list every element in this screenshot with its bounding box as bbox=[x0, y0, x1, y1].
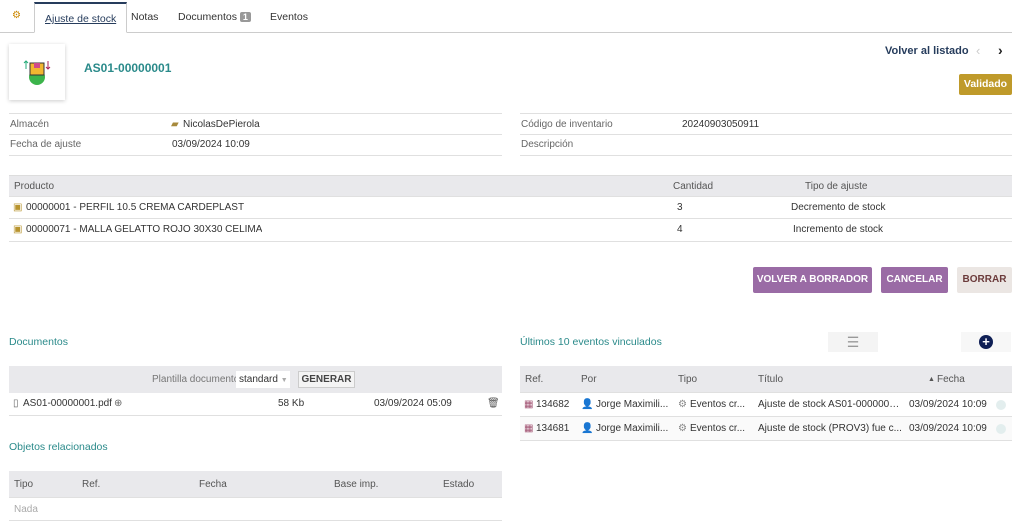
event-ref-link[interactable]: 134682 bbox=[536, 393, 569, 417]
almacen-link[interactable]: NicolasDePierola bbox=[183, 114, 260, 135]
calendar-icon: ▦ bbox=[524, 423, 534, 434]
back-to-list-link[interactable]: Volver al listado bbox=[885, 45, 969, 57]
event-ref-link[interactable]: 134681 bbox=[536, 417, 569, 441]
product-adjust-type: Decremento de stock bbox=[791, 202, 886, 213]
codigo-value: 20240903050911 bbox=[682, 119, 760, 130]
col-por: Por bbox=[581, 374, 597, 385]
fecha-value: 03/09/2024 10:09 bbox=[172, 139, 250, 150]
product-quantity: 3 bbox=[677, 202, 683, 213]
field-fecha: Fecha de ajuste 03/09/2024 10:09 bbox=[9, 134, 502, 156]
field-codigo: Código de inventario 20240903050911 bbox=[520, 113, 1012, 135]
col-cantidad: Cantidad bbox=[673, 181, 714, 192]
event-user-link[interactable]: Jorge Maximili... bbox=[596, 417, 672, 441]
almacen-label: Almacén bbox=[10, 119, 49, 130]
document-date: 03/09/2024 05:09 bbox=[374, 398, 452, 409]
event-row: ▦ 134681 👤 Jorge Maximili... ⚙ Eventos c… bbox=[520, 417, 1012, 441]
related-empty-row: Nada bbox=[9, 498, 502, 521]
cancel-button[interactable]: CANCELAR bbox=[881, 267, 948, 293]
events-title: Últimos 10 eventos vinculados bbox=[520, 336, 662, 348]
tab-documentos-label: Documentos bbox=[178, 11, 237, 23]
event-title: Ajuste de stock AS01-0000000... bbox=[758, 399, 903, 410]
events-header: Ref. Por Tipo Título ▲ Fecha bbox=[520, 366, 1012, 393]
field-descripcion: Descripción bbox=[520, 134, 1012, 156]
record-ref: AS01-00000001 bbox=[84, 61, 172, 75]
tab-notas[interactable]: Notas bbox=[121, 2, 168, 33]
product-link[interactable]: 00000071 - MALLA GELATTO ROJO 30X30 CELI… bbox=[26, 219, 262, 240]
template-select[interactable]: standard ▼ bbox=[236, 371, 290, 388]
col-tipo-ajuste: Tipo de ajuste bbox=[805, 181, 868, 192]
list-view-icon[interactable]: ☰ bbox=[828, 332, 878, 352]
module-icon: ⚙ bbox=[12, 10, 21, 21]
gear-icon: ⚙ bbox=[678, 423, 687, 434]
documents-title: Documentos bbox=[9, 336, 68, 348]
user-avatar-icon: 👤 bbox=[581, 399, 594, 410]
delete-button[interactable]: BORRAR bbox=[957, 267, 1012, 293]
warehouse-icon: ▰ bbox=[171, 119, 179, 130]
pdf-file-icon: ▯ bbox=[13, 398, 19, 409]
empty-text: Nada bbox=[14, 504, 38, 515]
template-label: Plantilla documento bbox=[152, 374, 240, 385]
template-value: standard bbox=[239, 374, 278, 385]
product-adjust-type: Incremento de stock bbox=[793, 224, 884, 235]
col-fecha: Fecha bbox=[199, 479, 227, 490]
plus-circle-icon: + bbox=[979, 335, 993, 349]
event-date: 03/09/2024 10:09 bbox=[909, 399, 987, 410]
product-icon: ▣ bbox=[13, 202, 23, 213]
documents-count-badge: 1 bbox=[239, 12, 251, 22]
event-type: Eventos cr... bbox=[690, 423, 746, 434]
generate-button[interactable]: GENERAR bbox=[298, 371, 355, 388]
col-estado: Estado bbox=[443, 479, 475, 490]
product-row: ▣ 00000071 - MALLA GELATTO ROJO 30X30 CE… bbox=[9, 219, 1012, 242]
fecha-label: Fecha de ajuste bbox=[10, 139, 82, 150]
col-fecha[interactable]: Fecha bbox=[937, 366, 965, 393]
prev-record-icon[interactable]: ‹ bbox=[976, 43, 980, 58]
product-quantity: 4 bbox=[677, 224, 683, 235]
calendar-icon: ▦ bbox=[524, 399, 534, 410]
col-tipo: Tipo bbox=[14, 479, 34, 490]
field-almacen: Almacén ▰ NicolasDePierola bbox=[9, 113, 502, 135]
box-gear-icon bbox=[23, 60, 51, 85]
user-avatar-icon: 👤 bbox=[581, 423, 594, 434]
status-dot-icon bbox=[996, 400, 1006, 410]
related-header: Tipo Ref. Fecha Base imp. Estado bbox=[9, 471, 502, 498]
col-titulo: Título bbox=[758, 374, 784, 385]
document-size: 58 Kb bbox=[278, 398, 305, 409]
dropdown-arrow-icon: ▼ bbox=[280, 377, 288, 384]
tab-bar: ⚙ Ajuste de stock Notas Documentos 1 Eve… bbox=[0, 0, 1012, 33]
col-ref: Ref. bbox=[82, 479, 101, 490]
status-dot-icon bbox=[996, 424, 1006, 434]
document-row: ▯ AS01-00000001.pdf ⊕ 58 Kb 03/09/2024 0… bbox=[9, 393, 502, 416]
product-row: ▣ 00000001 - PERFIL 10.5 CREMA CARDEPLAS… bbox=[9, 197, 1012, 219]
event-type: Eventos cr... bbox=[690, 399, 746, 410]
tab-eventos[interactable]: Eventos bbox=[260, 2, 318, 33]
back-to-draft-button[interactable]: VOLVER A BORRADOR bbox=[753, 267, 872, 293]
event-title: Ajuste de stock (PROV3) fue c... bbox=[758, 423, 902, 434]
product-icon: ▣ bbox=[13, 224, 23, 235]
document-link[interactable]: AS01-00000001.pdf bbox=[23, 393, 112, 414]
col-tipo: Tipo bbox=[678, 374, 698, 385]
event-user-link[interactable]: Jorge Maximili... bbox=[596, 393, 672, 417]
next-record-icon[interactable]: › bbox=[998, 42, 1003, 58]
sort-asc-icon[interactable]: ▲ bbox=[928, 366, 935, 393]
event-row: ▦ 134682 👤 Jorge Maximili... ⚙ Eventos c… bbox=[520, 393, 1012, 417]
tab-documentos[interactable]: Documentos 1 bbox=[168, 2, 261, 33]
col-ref: Ref. bbox=[525, 374, 544, 385]
col-base-imp: Base imp. bbox=[334, 479, 379, 490]
product-link[interactable]: 00000001 - PERFIL 10.5 CREMA CARDEPLAST bbox=[26, 197, 244, 218]
status-badge: Validado bbox=[959, 74, 1012, 95]
codigo-label: Código de inventario bbox=[521, 119, 613, 130]
preview-zoom-icon[interactable]: ⊕ bbox=[114, 393, 122, 414]
descripcion-label: Descripción bbox=[521, 139, 574, 150]
col-producto: Producto bbox=[14, 181, 55, 192]
event-date: 03/09/2024 10:09 bbox=[909, 423, 987, 434]
document-generate-bar: Plantilla documento standard ▼ GENERAR bbox=[9, 366, 502, 393]
trash-icon[interactable]: 🗑 bbox=[487, 393, 500, 414]
add-event-button[interactable]: + bbox=[961, 332, 1011, 352]
related-objects-title: Objetos relacionados bbox=[9, 441, 108, 453]
stock-adjustment-image bbox=[9, 44, 65, 100]
products-header: Producto Cantidad Tipo de ajuste bbox=[9, 175, 1012, 197]
gear-icon: ⚙ bbox=[678, 399, 687, 410]
tab-ajuste-de-stock[interactable]: Ajuste de stock bbox=[34, 2, 128, 33]
